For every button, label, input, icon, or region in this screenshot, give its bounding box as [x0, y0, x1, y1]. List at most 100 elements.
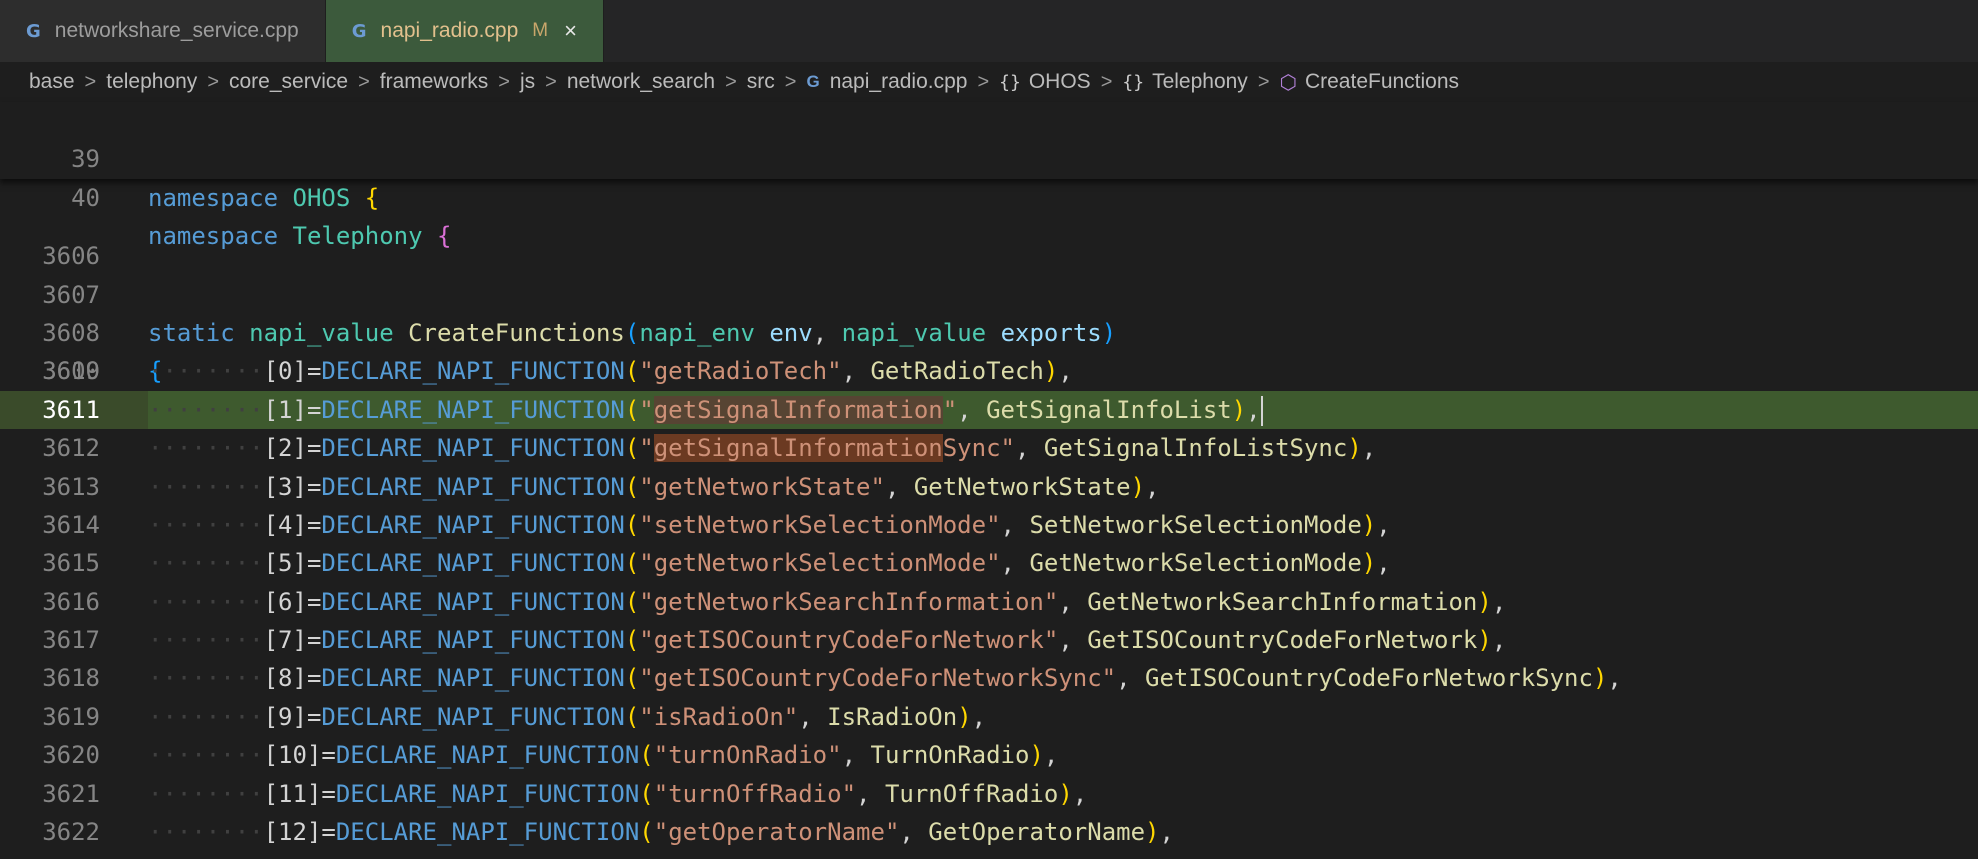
macro-name: DECLARE_NAPI_FUNCTION	[321, 626, 625, 655]
breadcrumb-item-telephony-ns[interactable]: {} Telephony	[1122, 70, 1247, 94]
comma: ,	[841, 357, 871, 386]
breadcrumb-item-core-service[interactable]: core_service	[229, 70, 348, 94]
comma: ,	[1058, 587, 1088, 616]
function-ref: GetSignalInfoListSync	[1043, 434, 1348, 463]
breadcrumb-item-src[interactable]: src	[747, 70, 775, 94]
tab-label: napi_radio.cpp	[380, 19, 519, 42]
string-quote: "	[1000, 434, 1015, 463]
code-line[interactable]: 3616 ········[6]=DECLARE_NAPI_FUNCTION("g…	[0, 583, 1978, 621]
comma: ,	[1361, 434, 1377, 463]
paren: (	[639, 741, 654, 770]
function-ref: GetOperatorName	[928, 818, 1146, 847]
chevron-right-icon: >	[784, 70, 797, 93]
code-line[interactable]: 3614 ········[4]=DECLARE_NAPI_FUNCTION("s…	[0, 506, 1978, 544]
namespace-name: Telephony	[292, 222, 423, 251]
brace: {	[437, 222, 452, 251]
string-quote: "	[1043, 587, 1059, 616]
string-quote: "	[653, 741, 669, 770]
index: [7]=	[263, 626, 322, 655]
chevron-right-icon: >	[207, 70, 219, 93]
indent-guide: ········	[148, 549, 264, 578]
cube-method-icon: ⬡	[1279, 71, 1297, 94]
macro-name: DECLARE_NAPI_FUNCTION	[335, 779, 640, 808]
function-ref: GetRadioTech	[870, 357, 1044, 386]
code-line[interactable]: 40 namespace Telephony {	[0, 140, 1978, 250]
code-line-current[interactable]: 3611 ········[1]=DECLARE_NAPI_FUNCTION("g…	[0, 390, 1978, 430]
tab-networkshare-service[interactable]: G networkshare_service.cpp	[0, 0, 326, 62]
string-literal: setNetworkSelectionMode	[653, 510, 987, 539]
function-ref: GetNetworkState	[913, 472, 1131, 501]
breadcrumb-item-function[interactable]: ⬡ CreateFunctions	[1280, 70, 1460, 95]
close-icon[interactable]: ×	[564, 18, 577, 44]
string-quote: "	[639, 395, 654, 424]
breadcrumb-item-ohos[interactable]: {} OHOS	[999, 70, 1091, 94]
paren: )	[1029, 741, 1044, 770]
function-ref: GetNetworkSelectionMode	[1029, 549, 1362, 578]
comma: ,	[884, 472, 914, 501]
cpp-file-icon: G	[26, 20, 41, 42]
brace: {	[364, 183, 380, 212]
namespace-name: OHOS	[292, 183, 351, 212]
code-line[interactable]: 3608 {	[0, 276, 1978, 385]
line-number: 3622	[42, 818, 100, 847]
paren: (	[624, 510, 640, 539]
indent-guide: ········	[148, 741, 264, 770]
code-line[interactable]: 3620 ········[10]=DECLARE_NAPI_FUNCTION("…	[0, 736, 1978, 774]
comma: ,	[1014, 434, 1044, 463]
code-line[interactable]: 3619 ········[9]=DECLARE_NAPI_FUNCTION("i…	[0, 698, 1978, 736]
breadcrumb-item-js[interactable]: js	[520, 70, 535, 94]
chevron-right-icon: >	[977, 70, 990, 93]
namespace-icon: {}	[1122, 71, 1145, 93]
paren: )	[1130, 472, 1146, 501]
chevron-right-icon: >	[358, 70, 370, 93]
paren: (	[624, 626, 640, 655]
breadcrumb-item-network-search[interactable]: network_search	[567, 70, 715, 94]
comma: ,	[1246, 395, 1261, 424]
line-number: 3616	[42, 587, 100, 616]
descriptor-entries: 3610 ········[0]=DECLARE_NAPI_FUNCTION("g…	[0, 352, 1978, 851]
code-line[interactable]: 3612 ········[2]=DECLARE_NAPI_FUNCTION("g…	[0, 429, 1978, 467]
string-quote: "	[1101, 664, 1117, 693]
comma: ,	[1000, 549, 1030, 578]
code-line[interactable]: 3615 ········[5]=DECLARE_NAPI_FUNCTION("g…	[0, 544, 1978, 582]
function-ref: TurnOnRadio	[870, 741, 1030, 770]
code-line[interactable]: 3613 ········[3]=DECLARE_NAPI_FUNCTION("g…	[0, 468, 1978, 506]
code-line[interactable]: 3609 ····napi_property_descriptor desc[]…	[0, 314, 1978, 423]
paren: (	[624, 702, 640, 731]
breadcrumb-item-base[interactable]: base	[29, 70, 75, 94]
code-editor[interactable]: 39 namespace OHOS { 40 namespace Telepho…	[0, 102, 1978, 851]
macro-name: DECLARE_NAPI_FUNCTION	[321, 510, 625, 539]
indent-guide: ········	[148, 395, 264, 424]
index: [12]=	[263, 818, 336, 847]
string-quote: "	[986, 510, 1001, 539]
breadcrumb-item-frameworks[interactable]: frameworks	[380, 70, 489, 94]
string-literal: turnOffRadio	[668, 779, 842, 808]
comma: ,	[1000, 510, 1030, 539]
breadcrumb-item-file[interactable]: G napi_radio.cpp	[806, 70, 967, 94]
breadcrumb-file-label: napi_radio.cpp	[829, 70, 968, 93]
paren: (	[624, 357, 640, 386]
sticky-scroll[interactable]: 39 namespace OHOS { 40 namespace Telepho…	[0, 102, 1978, 250]
comma: ,	[1159, 818, 1174, 847]
chevron-right-icon: >	[1100, 70, 1113, 93]
index: [2]=	[263, 434, 322, 463]
comma: ,	[1058, 357, 1073, 386]
code-line[interactable]: 39 namespace OHOS {	[0, 102, 1978, 211]
paren: )	[1058, 779, 1073, 808]
function-ref: GetISOCountryCodeForNetworkSync	[1145, 664, 1593, 693]
breadcrumb-item-telephony[interactable]: telephony	[106, 70, 197, 94]
paren: )	[1477, 587, 1492, 616]
paren: (	[624, 434, 640, 463]
code-line[interactable]: 3610 ········[0]=DECLARE_NAPI_FUNCTION("g…	[0, 352, 1978, 390]
comma: ,	[1491, 587, 1507, 616]
chevron-right-icon: >	[545, 70, 557, 93]
code-line[interactable]: 3621 ········[11]=DECLARE_NAPI_FUNCTION("…	[0, 775, 1978, 813]
string-literal: turnOnRadio	[668, 741, 828, 770]
comma: ,	[1607, 664, 1622, 693]
macro-name: DECLARE_NAPI_FUNCTION	[321, 395, 625, 424]
code-line[interactable]: 3617 ········[7]=DECLARE_NAPI_FUNCTION("g…	[0, 621, 1978, 659]
tab-napi-radio[interactable]: G napi_radio.cpp M ×	[325, 0, 604, 62]
code-line[interactable]: 3622 ········[12]=DECLARE_NAPI_FUNCTION("…	[0, 813, 1978, 851]
code-line[interactable]: 3618 ········[8]=DECLARE_NAPI_FUNCTION("g…	[0, 659, 1978, 697]
indent-guide: ········	[148, 626, 264, 655]
